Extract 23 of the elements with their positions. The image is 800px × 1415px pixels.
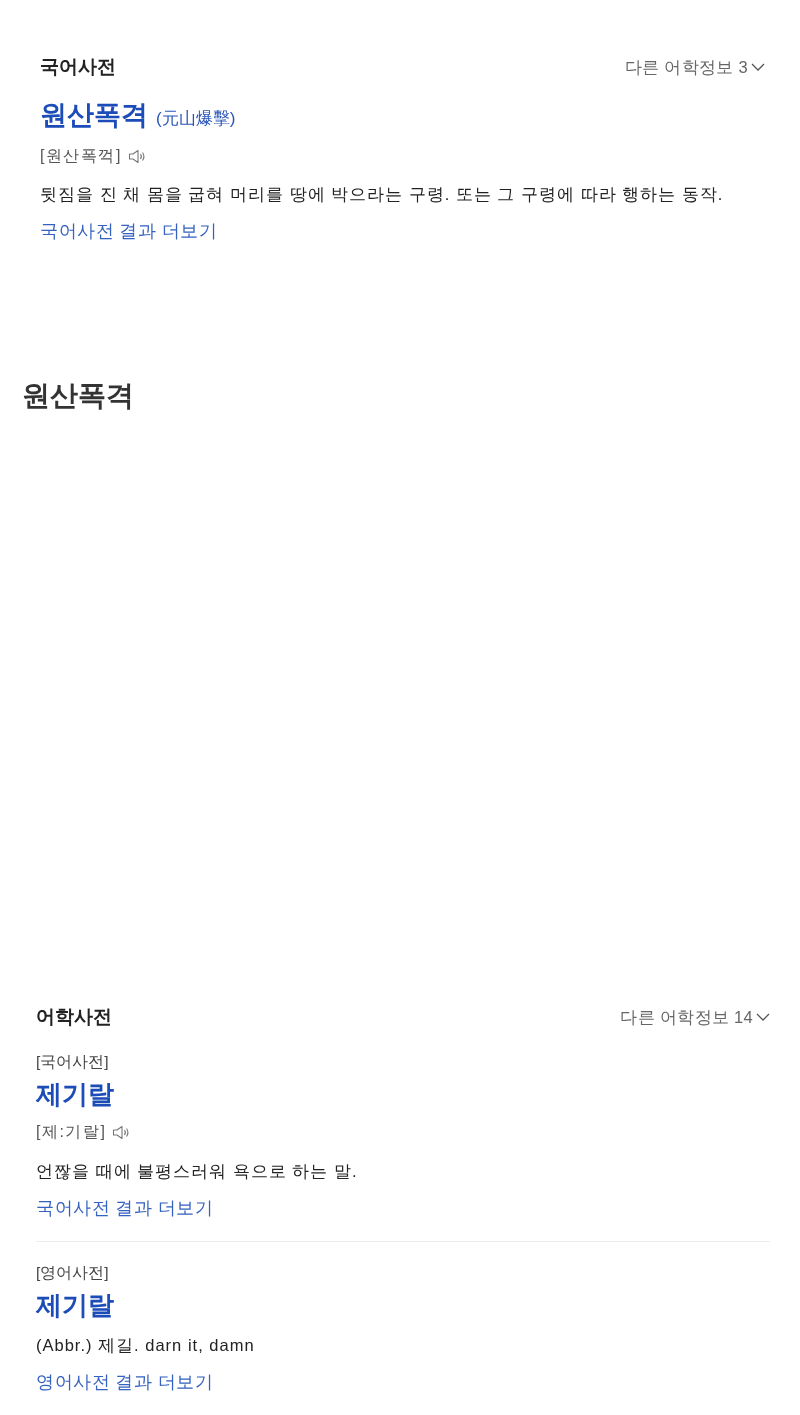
dictionary-source-label: [국어사전] [36, 1052, 109, 1072]
definition-text: 뒷짐을 진 채 몸을 굽혀 머리를 땅에 박으라는 구령. 또는 그 구령에 따라 행하는 동작. [40, 184, 724, 205]
headword-link[interactable]: 제기랄 [36, 1077, 114, 1111]
hanja-text: (元山爆擊) [156, 108, 236, 130]
definition-text: (Abbr.) 제길. darn it, damn [36, 1335, 255, 1356]
headword-link[interactable]: 제기랄 [36, 1288, 114, 1322]
section-title: 어학사전 [36, 1005, 112, 1029]
more-info-dropdown[interactable]: 다른 어학정보 3 [624, 56, 765, 78]
speaker-icon[interactable] [112, 1124, 131, 1140]
headword-link[interactable]: 원산폭격 [40, 99, 148, 131]
more-info-dropdown[interactable]: 다른 어학정보 14 [620, 1006, 770, 1028]
more-results-link[interactable]: 영어사전 결과 더보기 [36, 1371, 214, 1393]
chevron-down-icon [751, 63, 765, 71]
section-title: 국어사전 [40, 55, 116, 79]
pronunciation-text: [원산폭꺽] [40, 146, 122, 166]
dictionary-source-label: [영어사전] [36, 1263, 109, 1283]
speaker-icon[interactable] [127, 148, 146, 164]
more-results-link[interactable]: 국어사전 결과 더보기 [40, 220, 218, 242]
chevron-down-icon [756, 1013, 770, 1021]
more-results-link[interactable]: 국어사전 결과 더보기 [36, 1197, 214, 1219]
page-heading: 원산폭격 [22, 379, 134, 413]
definition-text: 언짢을 때에 불평스러워 욕으로 하는 말. [36, 1161, 358, 1182]
pronunciation-text: [제:기랄] [36, 1122, 107, 1142]
